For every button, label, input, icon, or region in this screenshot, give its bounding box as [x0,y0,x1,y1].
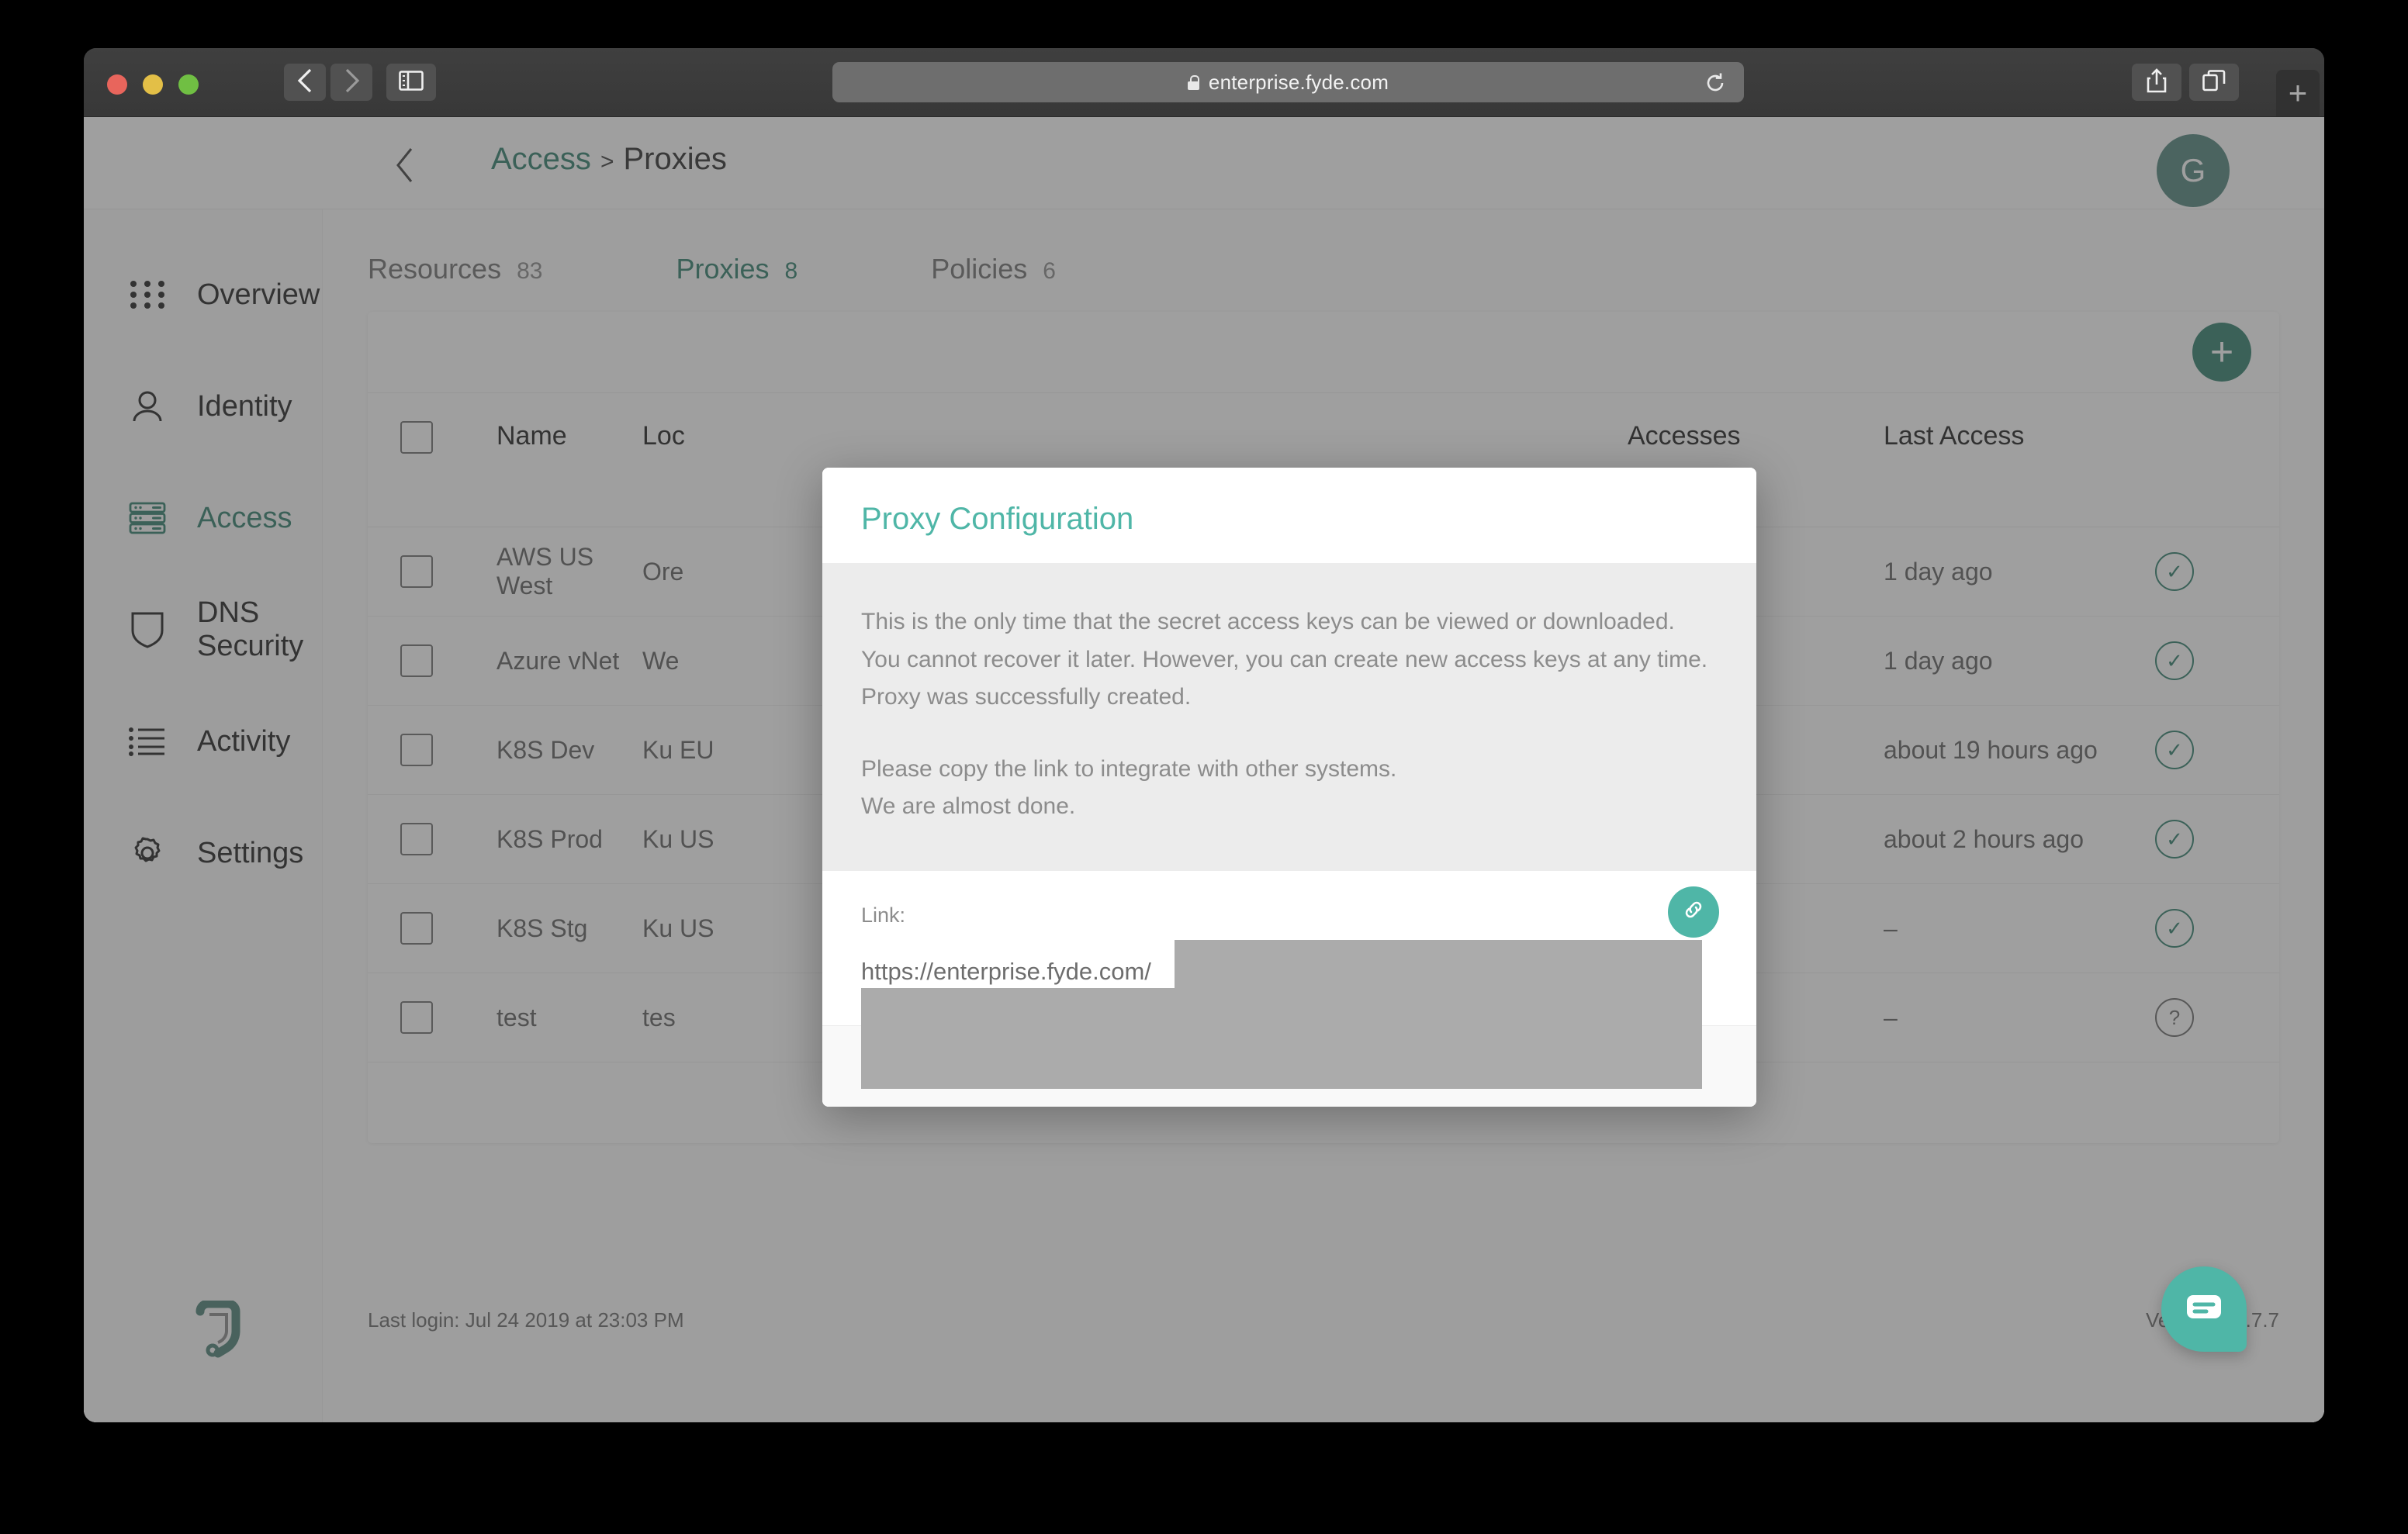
lock-icon [1187,74,1200,90]
address-bar-url: enterprise.fyde.com [1208,70,1389,94]
browser-nav-buttons [284,64,372,101]
window-controls [107,74,199,95]
show-tabs-button[interactable] [2189,64,2239,101]
back-button[interactable] [284,64,326,101]
chat-bubble-icon [2185,1292,2223,1327]
address-bar-content: enterprise.fyde.com [1187,70,1389,95]
browser-window: enterprise.fyde.com + Proxy Configuratio… [84,48,2324,1422]
sidebar-toggle-button[interactable] [386,64,436,101]
chat-widget-button[interactable] [2161,1266,2247,1352]
chevron-right-icon [343,67,360,98]
sidebar-toggle-wrap [386,64,436,101]
address-bar[interactable]: enterprise.fyde.com [832,62,1744,102]
dialog-paragraph-2: Proxy was successfully created. [861,684,1192,710]
browser-right-tools [2132,64,2239,101]
redaction-block [861,987,1702,1089]
share-icon [2146,67,2168,97]
app-page: Access > Proxies G [84,117,2324,1422]
dialog-paragraph-4: We are almost done. [861,793,1076,820]
browser-titlebar: enterprise.fyde.com + [84,48,2324,117]
link-value[interactable]: https://enterprise.fyde.com/ [861,958,1151,985]
reload-button[interactable] [1704,71,1727,98]
dialog-body-spacer [861,717,1718,751]
copy-link-button[interactable] [1668,886,1719,938]
dialog-paragraph-1: This is the only time that the secret ac… [861,609,1708,672]
close-window-button[interactable] [107,74,127,95]
plus-icon: + [2288,74,2308,111]
link-icon [1682,898,1705,925]
forward-button[interactable] [330,64,372,101]
minimize-window-button[interactable] [143,74,163,95]
sidebar-toggle-icon [399,70,424,95]
show-tabs-icon [2202,69,2226,95]
new-tab-button[interactable]: + [2276,70,2320,116]
redaction-block [1175,939,1702,991]
link-value-wrap: https://enterprise.fyde.com/ [861,939,1718,1089]
dialog-body: This is the only time that the secret ac… [822,563,1756,871]
dialog-link-section: Link: https://enterprise.fyde.com/ [822,870,1756,1089]
dialog-header: Proxy Configuration [822,468,1756,563]
maximize-window-button[interactable] [178,74,199,95]
chevron-left-icon [296,67,313,98]
share-button[interactable] [2132,64,2181,101]
proxy-configuration-dialog: Proxy Configuration This is the only tim… [822,468,1756,1107]
dialog-title: Proxy Configuration [861,502,1134,536]
dialog-paragraph-3: Please copy the link to integrate with o… [861,755,1397,782]
link-label: Link: [861,903,906,927]
